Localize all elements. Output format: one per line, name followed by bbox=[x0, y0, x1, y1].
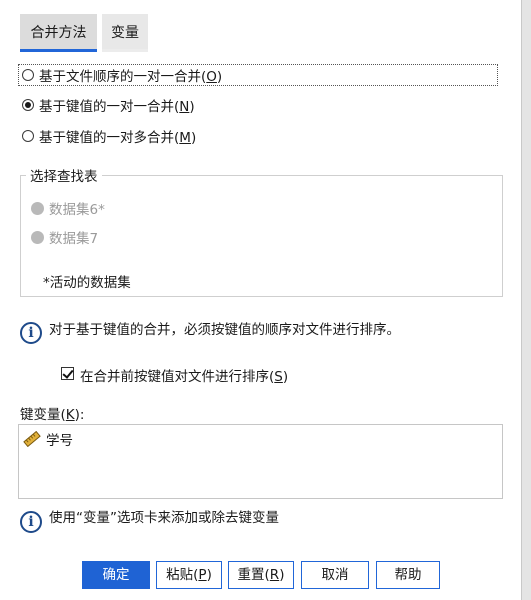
radio-button-disabled bbox=[31, 201, 44, 215]
lookup-group-title: 选择查找表 bbox=[26, 165, 102, 185]
paste-button[interactable]: 粘贴(P) bbox=[156, 561, 222, 589]
info-vars-text: 使用“变量”选项卡来添加或除去键变量 bbox=[49, 510, 279, 526]
sort-checkbox-label: 在合并前按键值对文件进行排序(S) bbox=[80, 369, 289, 385]
info-sort-text: 对于基于键值的合并，必须按键值的顺序对文件进行排序。 bbox=[49, 322, 400, 338]
radio-one-to-many-key[interactable]: 基于键值的一对多合并(M) bbox=[22, 126, 196, 146]
sort-checkbox[interactable] bbox=[61, 367, 74, 380]
help-button[interactable]: 帮助 bbox=[376, 561, 440, 589]
reset-button[interactable]: 重置(R) bbox=[228, 561, 294, 589]
info-icon: i bbox=[20, 511, 42, 533]
radio-button[interactable] bbox=[22, 99, 34, 111]
radio-label: 基于键值的一对多合并(M) bbox=[39, 130, 197, 146]
radio-label: 基于键值的一对一合并(N) bbox=[39, 99, 195, 115]
radio-button[interactable] bbox=[22, 69, 34, 81]
tab-merge-method[interactable]: 合并方法 bbox=[20, 14, 97, 52]
list-item-label: 学号 bbox=[46, 433, 73, 449]
radio-button[interactable] bbox=[22, 130, 34, 142]
radio-label: 数据集7 bbox=[49, 231, 99, 247]
key-variables-label: 键变量(K): bbox=[20, 407, 85, 423]
window-edge bbox=[521, 0, 531, 600]
radio-one-to-one-file-order[interactable]: 基于文件顺序的一对一合并(O) bbox=[22, 65, 222, 85]
info-icon: i bbox=[20, 322, 42, 344]
radio-label: 基于文件顺序的一对一合并(O) bbox=[39, 69, 223, 85]
radio-label: 数据集6* bbox=[49, 202, 105, 218]
radio-button-disabled bbox=[31, 230, 44, 244]
tab-variables[interactable]: 变量 bbox=[102, 14, 148, 52]
ok-button[interactable]: 确定 bbox=[82, 561, 150, 589]
active-dataset-note: *活动的数据集 bbox=[43, 275, 131, 291]
list-item[interactable]: 学号 bbox=[23, 429, 73, 449]
radio-dataset-6: 数据集6* bbox=[31, 198, 105, 218]
cancel-button[interactable]: 取消 bbox=[301, 561, 369, 589]
radio-one-to-one-key[interactable]: 基于键值的一对一合并(N) bbox=[22, 95, 195, 115]
key-variables-list[interactable]: 学号 bbox=[18, 424, 503, 499]
radio-dataset-7: 数据集7 bbox=[31, 227, 98, 247]
ruler-icon bbox=[23, 430, 41, 448]
